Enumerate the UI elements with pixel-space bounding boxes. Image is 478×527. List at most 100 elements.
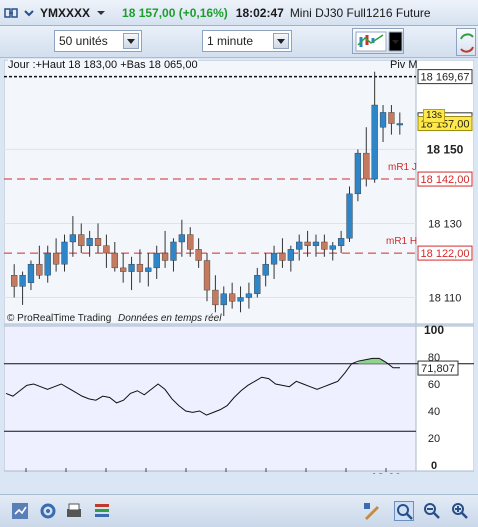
time-axis-label: 17:50: [292, 473, 320, 474]
price-axis-label: 18 130: [428, 218, 462, 230]
chevron-down-icon[interactable]: [123, 33, 139, 49]
candle-body: [321, 241, 328, 250]
candle-body: [304, 241, 311, 246]
candle-body: [52, 252, 60, 265]
candle-body: [36, 263, 43, 276]
link-icon[interactable]: [4, 6, 18, 20]
chart-header: Jour :+Haut 18 183,00 +Bas 18 065,00: [8, 59, 198, 71]
price-axis-label: 18 169,67: [421, 72, 470, 84]
candle-body: [245, 293, 253, 298]
watermark-data: Données en temps réel: [118, 313, 222, 324]
print-icon[interactable]: [64, 501, 84, 521]
candle-body: [296, 241, 303, 250]
time-axis-label: 17:45: [252, 473, 280, 474]
time-axis-label: 17:35: [172, 473, 200, 474]
time-axis-label: 17:15: [12, 473, 40, 474]
candle-body: [178, 234, 185, 243]
time-axis-label: 17:20: [52, 473, 80, 474]
osc-axis-label: 60: [428, 379, 440, 391]
zoom-in-icon[interactable]: [450, 501, 470, 521]
drawing-icon[interactable]: [362, 501, 382, 521]
price-axis-label: 18 122,00: [421, 248, 470, 260]
candle-body: [128, 263, 135, 272]
candle-body: [195, 249, 202, 261]
settings-icon[interactable]: [38, 501, 58, 521]
candle-body: [354, 152, 362, 195]
candle-body: [27, 263, 35, 283]
osc-axis-label: 40: [428, 406, 440, 418]
price-axis-label: 18 150: [427, 142, 464, 156]
interval-select[interactable]: 1 minute: [202, 30, 292, 52]
mr1-h-label: mR1 H: [386, 236, 418, 247]
candle-body: [287, 249, 294, 261]
candle-body: [161, 252, 169, 261]
instrument-name: Mini DJ30 Full1216 Future: [289, 5, 431, 20]
zoom-fit-icon[interactable]: [394, 501, 414, 521]
candle-body: [153, 252, 160, 269]
chart-area[interactable]: 18 169,6718 158,0018 15018 142,0018 1301…: [4, 59, 474, 474]
candle-body: [270, 252, 278, 265]
candle-body: [111, 252, 118, 269]
osc-axis-label: 0: [431, 460, 437, 472]
candle-body: [19, 275, 26, 287]
candle-body: [346, 193, 353, 239]
candle-body: [279, 252, 286, 261]
interval-select-value: 1 minute: [207, 34, 254, 48]
chart-type-button[interactable]: [352, 28, 404, 54]
arrows-icon[interactable]: [456, 28, 476, 56]
time-axis-label: 18:00: [371, 471, 402, 474]
candle-body: [254, 275, 261, 294]
time-axis-label: 17:30: [132, 473, 160, 474]
candle-body: [220, 293, 227, 306]
candle-body: [229, 293, 236, 302]
time-axis-label: 17:55: [332, 473, 360, 474]
candle-body: [363, 152, 370, 180]
units-select[interactable]: 50 unités: [54, 30, 142, 52]
candle-body: [203, 260, 211, 291]
list-icon[interactable]: [92, 501, 112, 521]
candle-body: [11, 275, 18, 287]
symbol-label[interactable]: YMXXXX: [40, 6, 90, 20]
watermark: © ProRealTime Trading Données en temps r…: [7, 313, 221, 324]
candle-body: [379, 112, 387, 128]
candle-body: [44, 252, 51, 276]
price-change: 18 157,00 (+0,16%): [122, 5, 228, 20]
piv-m-label: Piv M: [390, 59, 418, 71]
osc-axis-label: 71,807: [421, 363, 455, 375]
candle-body: [103, 245, 110, 254]
candle-body: [61, 241, 68, 265]
candle-body: [120, 267, 127, 272]
chevron-down-icon[interactable]: [273, 33, 289, 49]
time-axis-label: 17:40: [212, 473, 240, 474]
candle-body: [170, 241, 177, 261]
osc-axis-label: 20: [428, 433, 440, 445]
trading-window: YMXXXX 18 157,00 (+0,16%) 18:02:47 Mini …: [0, 0, 478, 527]
candle-body: [145, 267, 152, 272]
candle-body: [371, 104, 378, 180]
candlestick-chart[interactable]: 18 169,6718 158,0018 15018 142,0018 1301…: [4, 60, 474, 474]
dropdown-icon[interactable]: [94, 6, 108, 20]
candle-body: [212, 289, 219, 306]
candle-body: [237, 297, 244, 302]
candle-body: [69, 234, 77, 243]
price-axis-label: 18 142,00: [421, 174, 470, 186]
watermark-brand: © ProRealTime Trading: [7, 313, 112, 324]
mr1-j-label: mR1 J: [388, 162, 417, 173]
candle-body: [136, 263, 144, 272]
history-icon[interactable]: [10, 501, 30, 521]
units-select-value: 50 unités: [59, 34, 108, 48]
candle-body: [396, 123, 403, 126]
candle-body: [337, 238, 345, 246]
chart-toolbar: 50 unités 1 minute: [0, 26, 478, 58]
time-axis-label: 17:25: [92, 473, 120, 474]
title-bar: YMXXXX 18 157,00 (+0,16%) 18:02:47 Mini …: [0, 0, 478, 26]
chevron-down-icon[interactable]: [22, 6, 36, 20]
countdown-badge: 13s: [423, 109, 445, 123]
candle-body: [329, 245, 336, 250]
candle-body: [94, 238, 102, 246]
clock-time: 18:02:47: [235, 5, 284, 20]
candle-body: [187, 234, 194, 250]
osc-axis-label: 100: [424, 323, 444, 337]
zoom-out-icon[interactable]: [422, 501, 442, 521]
candle-body: [78, 234, 85, 246]
